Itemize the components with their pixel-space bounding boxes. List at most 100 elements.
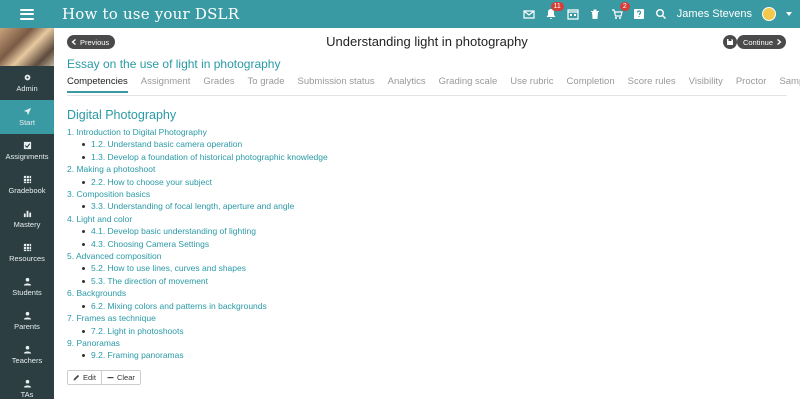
top-right-toolbar: 11 2 James Stevens xyxy=(523,0,792,28)
clear-button-label: Clear xyxy=(116,373,135,382)
sidebar-item-resources[interactable]: Resources xyxy=(0,236,54,270)
sidebar-item-gradebook[interactable]: Gradebook xyxy=(0,168,54,202)
sidebar-item-label: Students xyxy=(12,288,42,297)
sidebar-item-parents[interactable]: Parents xyxy=(0,304,54,338)
bars-icon xyxy=(23,210,31,218)
sidebar-item-label: Assignments xyxy=(5,152,49,161)
sidebar-item-mastery[interactable]: Mastery xyxy=(0,202,54,236)
sidebar-item-start[interactable]: Start xyxy=(0,100,54,134)
tab-competencies[interactable]: Competencies xyxy=(67,76,128,93)
continue-button-label: Continue xyxy=(742,37,773,47)
floppy-icon xyxy=(727,39,733,45)
gear-icon xyxy=(24,74,30,81)
competency-actions: Edit Clear xyxy=(67,370,141,385)
sidebar-item-assignments[interactable]: Assignments xyxy=(0,134,54,168)
hamburger-icon xyxy=(20,8,34,20)
calendar-icon[interactable] xyxy=(567,8,579,20)
chevron-down-icon[interactable] xyxy=(786,12,792,16)
sub-competency-item[interactable]: 2.2. How to choose your subject xyxy=(67,176,667,188)
sidebar-item-label: Parents xyxy=(14,322,40,331)
sub-competency-item[interactable]: 5.2. How to use lines, curves and shapes xyxy=(67,262,667,274)
tab-assignment[interactable]: Assignment xyxy=(141,76,191,91)
sidebar: Admin Start Assignments Gradebook Master… xyxy=(0,28,54,399)
grid-icon xyxy=(23,243,31,252)
tab-completion[interactable]: Completion xyxy=(567,76,615,91)
sub-competency-item[interactable]: 9.2. Framing panoramas xyxy=(67,349,667,361)
sidebar-item-label: Gradebook xyxy=(8,186,46,195)
checkbox-icon xyxy=(23,141,31,150)
profile-photo[interactable] xyxy=(0,28,54,66)
pencil-icon xyxy=(73,374,80,381)
sub-competency-item[interactable]: 5.3. The direction of movement xyxy=(67,275,667,287)
save-button[interactable] xyxy=(723,35,737,49)
page-title: Understanding light in photography xyxy=(326,34,528,49)
person-icon xyxy=(23,379,31,388)
sidebar-item-tas[interactable]: TAs xyxy=(0,372,54,399)
edit-button[interactable]: Edit xyxy=(68,371,101,384)
sidebar-item-label: Start xyxy=(19,118,35,127)
competency-item[interactable]: 5. Advanced composition xyxy=(67,250,667,262)
sidebar-item-label: Admin xyxy=(16,84,38,93)
sub-competency-item[interactable]: 4.3. Choosing Camera Settings xyxy=(67,238,667,250)
person-icon xyxy=(23,345,31,354)
sub-competency-item[interactable]: 6.2. Mixing colors and patterns in backg… xyxy=(67,300,667,312)
main-content: Previous Understanding light in photogra… xyxy=(54,28,800,399)
sub-competency-item[interactable]: 7.2. Light in photoshoots xyxy=(67,325,667,337)
bell-icon[interactable]: 11 xyxy=(545,2,564,20)
sidebar-item-students[interactable]: Students xyxy=(0,270,54,304)
tab-visibility[interactable]: Visibility xyxy=(689,76,723,91)
person-icon xyxy=(23,311,31,320)
tab-proctor[interactable]: Proctor xyxy=(736,76,767,91)
sub-competency-item[interactable]: 1.2. Understand basic camera operation xyxy=(67,138,667,150)
tab-score-rules[interactable]: Score rules xyxy=(628,76,676,91)
competency-list: 1. Introduction to Digital Photography 1… xyxy=(67,126,667,362)
trash-icon[interactable] xyxy=(589,8,601,20)
search-icon[interactable] xyxy=(655,8,667,20)
competency-item[interactable]: 1. Introduction to Digital Photography xyxy=(67,126,667,138)
tab-analytics[interactable]: Analytics xyxy=(388,76,426,91)
assignment-title: Essay on the use of light in photography xyxy=(67,57,281,71)
sidebar-item-admin[interactable]: Admin xyxy=(0,66,54,100)
section-title: Digital Photography xyxy=(67,108,177,122)
assignment-tabs: Competencies Assignment Grades To grade … xyxy=(67,76,800,96)
edit-button-label: Edit xyxy=(83,373,96,382)
sidebar-item-label: Mastery xyxy=(13,220,41,229)
competency-item[interactable]: 2. Making a photoshoot xyxy=(67,163,667,175)
notifications-badge: 11 xyxy=(550,2,564,11)
continue-button[interactable]: Continue xyxy=(736,35,786,49)
sub-competency-item[interactable]: 1.3. Develop a foundation of historical … xyxy=(67,151,667,163)
minus-icon xyxy=(107,377,114,379)
sidebar-item-label: Teachers xyxy=(11,356,43,365)
avatar[interactable] xyxy=(762,7,776,21)
top-bar: How to use your DSLR 11 2 James Stevens xyxy=(0,0,800,28)
tab-submission-status[interactable]: Submission status xyxy=(298,76,375,91)
sidebar-item-label: TAs xyxy=(20,390,34,399)
competency-item[interactable]: 4. Light and color xyxy=(67,213,667,225)
tab-use-rubric[interactable]: Use rubric xyxy=(510,76,553,91)
mail-icon[interactable] xyxy=(523,8,535,20)
user-menu-name[interactable]: James Stevens xyxy=(677,8,752,20)
sub-competency-item[interactable]: 3.3. Understanding of focal length, aper… xyxy=(67,200,667,212)
person-icon xyxy=(23,277,31,286)
tab-samples[interactable]: Samples xyxy=(779,76,800,91)
tab-grading-scale[interactable]: Grading scale xyxy=(439,76,498,91)
chevron-right-icon xyxy=(777,39,782,45)
menu-toggle-button[interactable] xyxy=(0,0,54,28)
grid-icon xyxy=(23,175,31,184)
help-icon[interactable] xyxy=(633,8,645,20)
cart-icon[interactable]: 2 xyxy=(611,2,630,20)
cart-badge: 2 xyxy=(619,2,630,11)
app-title: How to use your DSLR xyxy=(62,5,240,23)
sidebar-item-teachers[interactable]: Teachers xyxy=(0,338,54,372)
competency-item[interactable]: 9. Panoramas xyxy=(67,337,667,349)
competency-item[interactable]: 3. Composition basics xyxy=(67,188,667,200)
arrow-icon xyxy=(23,107,31,116)
clear-button[interactable]: Clear xyxy=(100,371,140,384)
sidebar-item-label: Resources xyxy=(9,254,45,263)
sub-competency-item[interactable]: 4.1. Develop basic understanding of ligh… xyxy=(67,225,667,237)
tab-grades[interactable]: Grades xyxy=(203,76,234,91)
competency-item[interactable]: 6. Backgrounds xyxy=(67,287,667,299)
competency-item[interactable]: 7. Frames as technique xyxy=(67,312,667,324)
tab-to-grade[interactable]: To grade xyxy=(248,76,285,91)
page-header: Previous Understanding light in photogra… xyxy=(54,28,800,56)
